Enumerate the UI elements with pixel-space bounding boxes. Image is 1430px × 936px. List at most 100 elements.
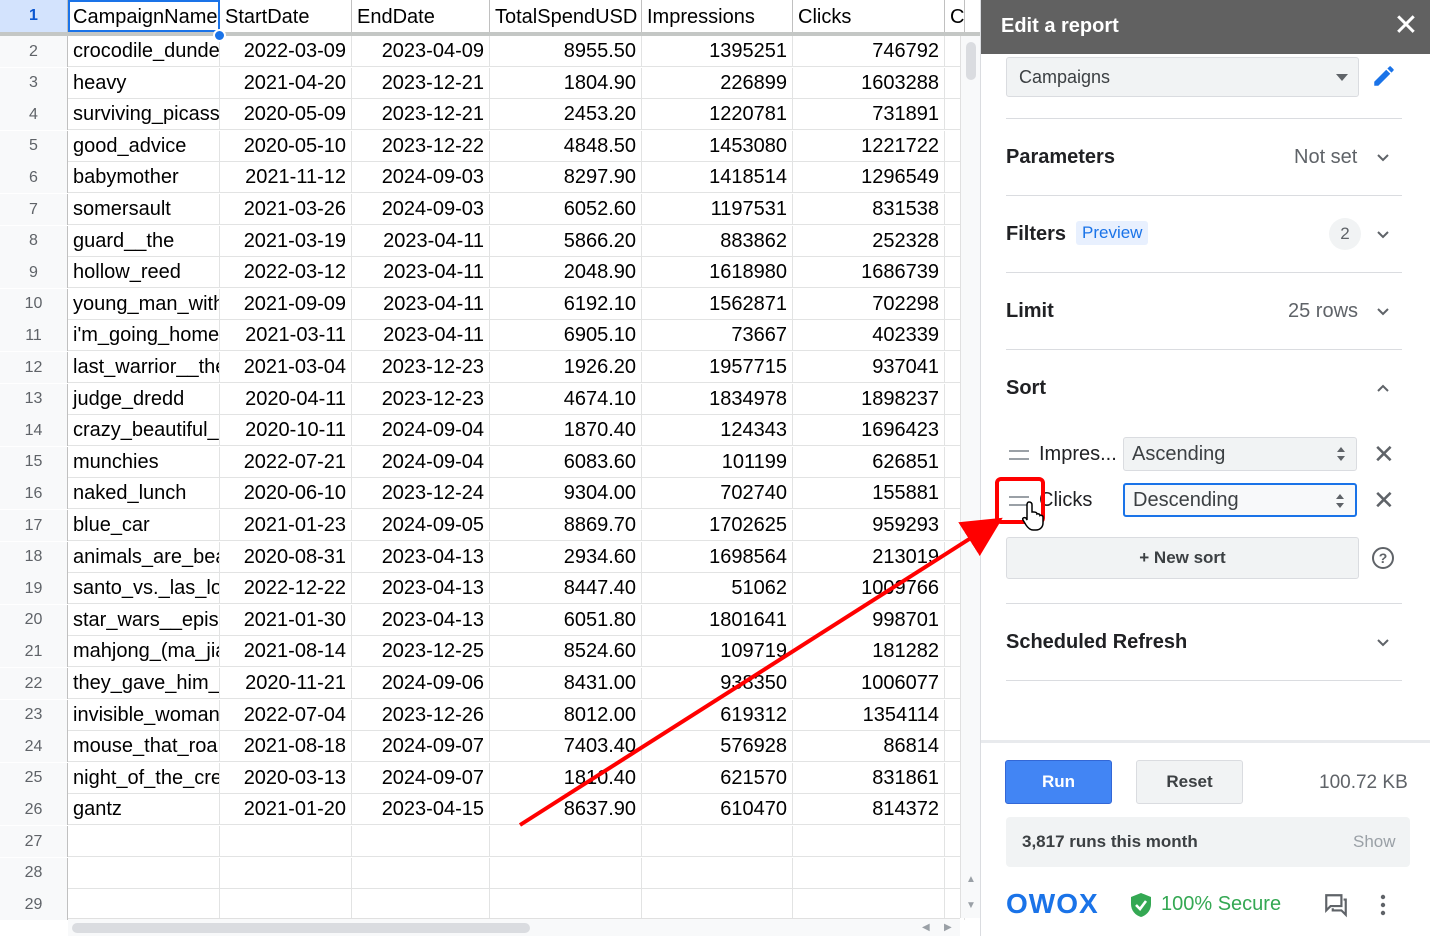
cell-campaign-name[interactable]: somersault [68,194,220,225]
cell-end-date[interactable]: 2023-04-11 [352,320,490,352]
cell-impressions[interactable]: 124343 [642,415,793,447]
cell-end-date[interactable]: 2023-12-21 [352,99,490,131]
row-number[interactable]: 5 [0,130,68,162]
cell-start-date[interactable] [220,857,352,889]
row-number[interactable]: 20 [0,604,68,636]
cell-clicks[interactable]: 1686739 [793,257,945,289]
cell-clicks[interactable]: 731891 [793,99,945,131]
cell-campaign-name[interactable]: surviving_picasso [68,99,220,131]
row-number[interactable]: 8 [0,225,68,257]
cell-start-date[interactable]: 2020-05-09 [220,99,352,131]
cell-clicks[interactable]: 937041 [793,352,945,383]
cell-campaign-name[interactable]: mahjong_(ma_jia [68,636,220,668]
cell-impressions[interactable]: 1453080 [642,130,793,162]
cell-start-date[interactable]: 2021-08-14 [220,636,352,668]
cell-total-spend[interactable]: 8637.90 [490,794,642,826]
row-number[interactable]: 18 [0,541,68,573]
row-number[interactable]: 14 [0,415,68,447]
row-number[interactable]: 9 [0,257,68,289]
cell-impressions[interactable]: 621570 [642,762,793,794]
cell-total-spend[interactable]: 8524.60 [490,636,642,668]
horizontal-scrollbar[interactable]: ◀ ▶ [68,918,960,936]
cell-total-spend[interactable]: 1870.40 [490,415,642,447]
cell-start-date[interactable]: 2021-09-09 [220,288,352,320]
cell-impressions[interactable]: 101199 [642,446,793,478]
row-number-1[interactable]: 1 [0,0,68,32]
chevron-down-icon[interactable] [1376,228,1390,242]
cell-campaign-name[interactable]: star_wars__epis [68,604,220,636]
cell-impressions[interactable]: 1562871 [642,288,793,320]
reset-button[interactable]: Reset [1136,760,1243,804]
cell-impressions[interactable]: 619312 [642,699,793,731]
horizontal-scroll-thumb[interactable] [72,923,530,933]
cell-clicks[interactable]: 1296549 [793,162,945,194]
header-cell-end-date[interactable]: EndDate [352,0,490,32]
cell-total-spend[interactable]: 2453.20 [490,99,642,131]
cell-clicks[interactable]: 959293 [793,510,945,541]
row-number[interactable]: 17 [0,510,68,541]
cell-clicks[interactable]: 998701 [793,604,945,636]
cell-end-date[interactable] [352,826,490,857]
cell-clicks[interactable]: 831538 [793,194,945,225]
cell-total-spend[interactable]: 6905.10 [490,320,642,352]
cell-total-spend[interactable]: 1926.20 [490,352,642,383]
cell-total-spend[interactable]: 1804.90 [490,67,642,99]
cell-total-spend[interactable]: 4848.50 [490,130,642,162]
cell-campaign-name[interactable]: naked_lunch [68,478,220,510]
cell-end-date[interactable]: 2023-04-13 [352,573,490,605]
cell-end-date[interactable]: 2023-12-22 [352,130,490,162]
cell-impressions[interactable]: 576928 [642,731,793,763]
row-number[interactable]: 19 [0,573,68,605]
row-number[interactable]: 12 [0,352,68,383]
sort-order-select-2[interactable]: Descending [1123,483,1357,517]
cell-impressions[interactable]: 610470 [642,794,793,826]
cell-clicks[interactable]: 1006077 [793,668,945,699]
cell-campaign-name[interactable] [68,826,220,857]
cell-start-date[interactable]: 2021-03-26 [220,194,352,225]
cell-clicks[interactable]: 155881 [793,478,945,510]
chevron-down-icon[interactable] [1376,636,1390,650]
cell-impressions[interactable]: 1702625 [642,510,793,541]
cell-campaign-name[interactable]: night_of_the_cre [68,762,220,794]
cell-end-date[interactable]: 2024-09-07 [352,762,490,794]
cell-campaign-name[interactable]: blue_car [68,510,220,541]
scroll-up-icon[interactable]: ▲ [966,874,976,885]
cell-impressions[interactable]: 1395251 [642,36,793,67]
cell-end-date[interactable]: 2023-12-24 [352,478,490,510]
cell-clicks[interactable]: 252328 [793,225,945,257]
row-number[interactable]: 16 [0,478,68,510]
pencil-icon[interactable] [1371,63,1397,89]
cell-impressions[interactable]: 1220781 [642,99,793,131]
cell-impressions[interactable]: 883862 [642,225,793,257]
cell-total-spend[interactable]: 2934.60 [490,541,642,573]
cell-clicks[interactable]: 1603288 [793,67,945,99]
cell-clicks[interactable]: 1898237 [793,383,945,415]
cell-total-spend[interactable]: 6052.60 [490,194,642,225]
header-cell-clicks[interactable]: Clicks [793,0,945,32]
more-vert-icon[interactable] [1377,893,1389,917]
cell-impressions[interactable]: 1957715 [642,352,793,383]
cell-impressions[interactable]: 226899 [642,67,793,99]
cell-total-spend[interactable]: 8955.50 [490,36,642,67]
selection-fill-handle[interactable] [213,29,226,42]
cell-campaign-name[interactable] [68,857,220,889]
cell-end-date[interactable]: 2023-04-13 [352,541,490,573]
new-sort-button[interactable]: + New sort [1006,537,1359,579]
cell-impressions[interactable]: 1197531 [642,194,793,225]
row-number[interactable]: 23 [0,699,68,731]
report-select[interactable]: Campaigns [1006,57,1359,97]
cell-end-date[interactable] [352,889,490,921]
cell-campaign-name[interactable]: young_man_with [68,288,220,320]
cell-total-spend[interactable]: 6083.60 [490,446,642,478]
cell-campaign-name[interactable]: santo_vs._las_lo [68,573,220,605]
cell-clicks[interactable]: 402339 [793,320,945,352]
cell-clicks[interactable] [793,857,945,889]
cell-campaign-name[interactable]: i'm_going_home [68,320,220,352]
cell-clicks[interactable]: 181282 [793,636,945,668]
cell-impressions[interactable]: 1418514 [642,162,793,194]
cell-end-date[interactable]: 2024-09-04 [352,446,490,478]
row-number[interactable]: 11 [0,320,68,352]
cell-start-date[interactable]: 2021-08-18 [220,731,352,763]
row-number[interactable]: 13 [0,383,68,415]
cell-clicks[interactable]: 1354114 [793,699,945,731]
